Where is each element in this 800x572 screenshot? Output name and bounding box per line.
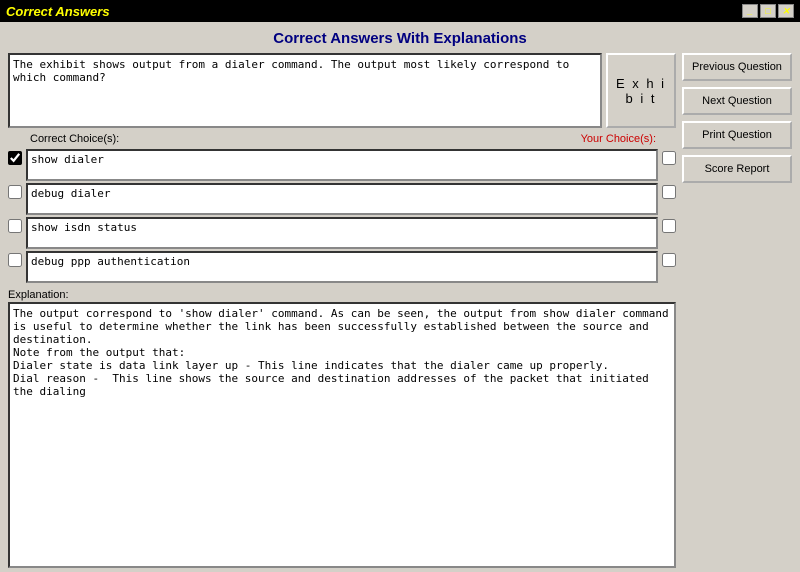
your-checkbox-4[interactable] xyxy=(662,253,676,267)
main-container: Correct Answers With Explanations E x h … xyxy=(0,22,800,572)
your-choices-label: Your Choice(s): xyxy=(581,133,656,145)
left-panel: E x h i b i t Correct Choice(s): Your Ch… xyxy=(8,53,676,568)
correct-checkbox-4[interactable] xyxy=(8,253,22,267)
page-title: Correct Answers With Explanations xyxy=(8,30,792,47)
app-title: Correct Answers xyxy=(6,4,110,19)
choice-row-1: show dialer xyxy=(8,149,676,181)
question-box: E x h i b i t xyxy=(8,53,676,128)
choice-textarea-3[interactable]: show isdn status xyxy=(26,217,658,249)
correct-choices-label: Correct Choice(s): xyxy=(30,133,119,145)
your-checkbox-2[interactable] xyxy=(662,185,676,199)
correct-checkbox-3[interactable] xyxy=(8,219,22,233)
next-question-button[interactable]: Next Question xyxy=(682,87,792,115)
question-textarea[interactable] xyxy=(8,53,602,128)
content-area: E x h i b i t Correct Choice(s): Your Ch… xyxy=(8,53,792,568)
score-report-button[interactable]: Score Report xyxy=(682,155,792,183)
choice-row-4: debug ppp authentication xyxy=(8,251,676,283)
your-checkbox-3[interactable] xyxy=(662,219,676,233)
close-button[interactable]: ✕ xyxy=(778,4,794,18)
right-panel: Previous Question Next Question Print Qu… xyxy=(682,53,792,568)
choice-row-3: show isdn status xyxy=(8,217,676,249)
print-question-button[interactable]: Print Question xyxy=(682,121,792,149)
correct-checkbox-2[interactable] xyxy=(8,185,22,199)
correct-checkbox-1[interactable] xyxy=(8,151,22,165)
choice-row-2: debug dialer xyxy=(8,183,676,215)
choices-container: show dialer debug dialer show isdn statu… xyxy=(8,149,676,285)
choice-headers: Correct Choice(s): Your Choice(s): xyxy=(8,133,676,145)
choice-textarea-1[interactable]: show dialer xyxy=(26,149,658,181)
minimize-button[interactable]: _ xyxy=(742,4,758,18)
title-bar: Correct Answers _ □ ✕ xyxy=(0,0,800,22)
your-checkbox-1[interactable] xyxy=(662,151,676,165)
choice-textarea-4[interactable]: debug ppp authentication xyxy=(26,251,658,283)
title-bar-controls: _ □ ✕ xyxy=(742,4,794,18)
maximize-button[interactable]: □ xyxy=(760,4,776,18)
choice-textarea-2[interactable]: debug dialer xyxy=(26,183,658,215)
explanation-textarea[interactable] xyxy=(8,302,676,568)
exhibit-button[interactable]: E x h i b i t xyxy=(606,53,676,128)
explanation-label: Explanation: xyxy=(8,289,676,301)
explanation-section: Explanation: xyxy=(8,289,676,568)
previous-question-button[interactable]: Previous Question xyxy=(682,53,792,81)
